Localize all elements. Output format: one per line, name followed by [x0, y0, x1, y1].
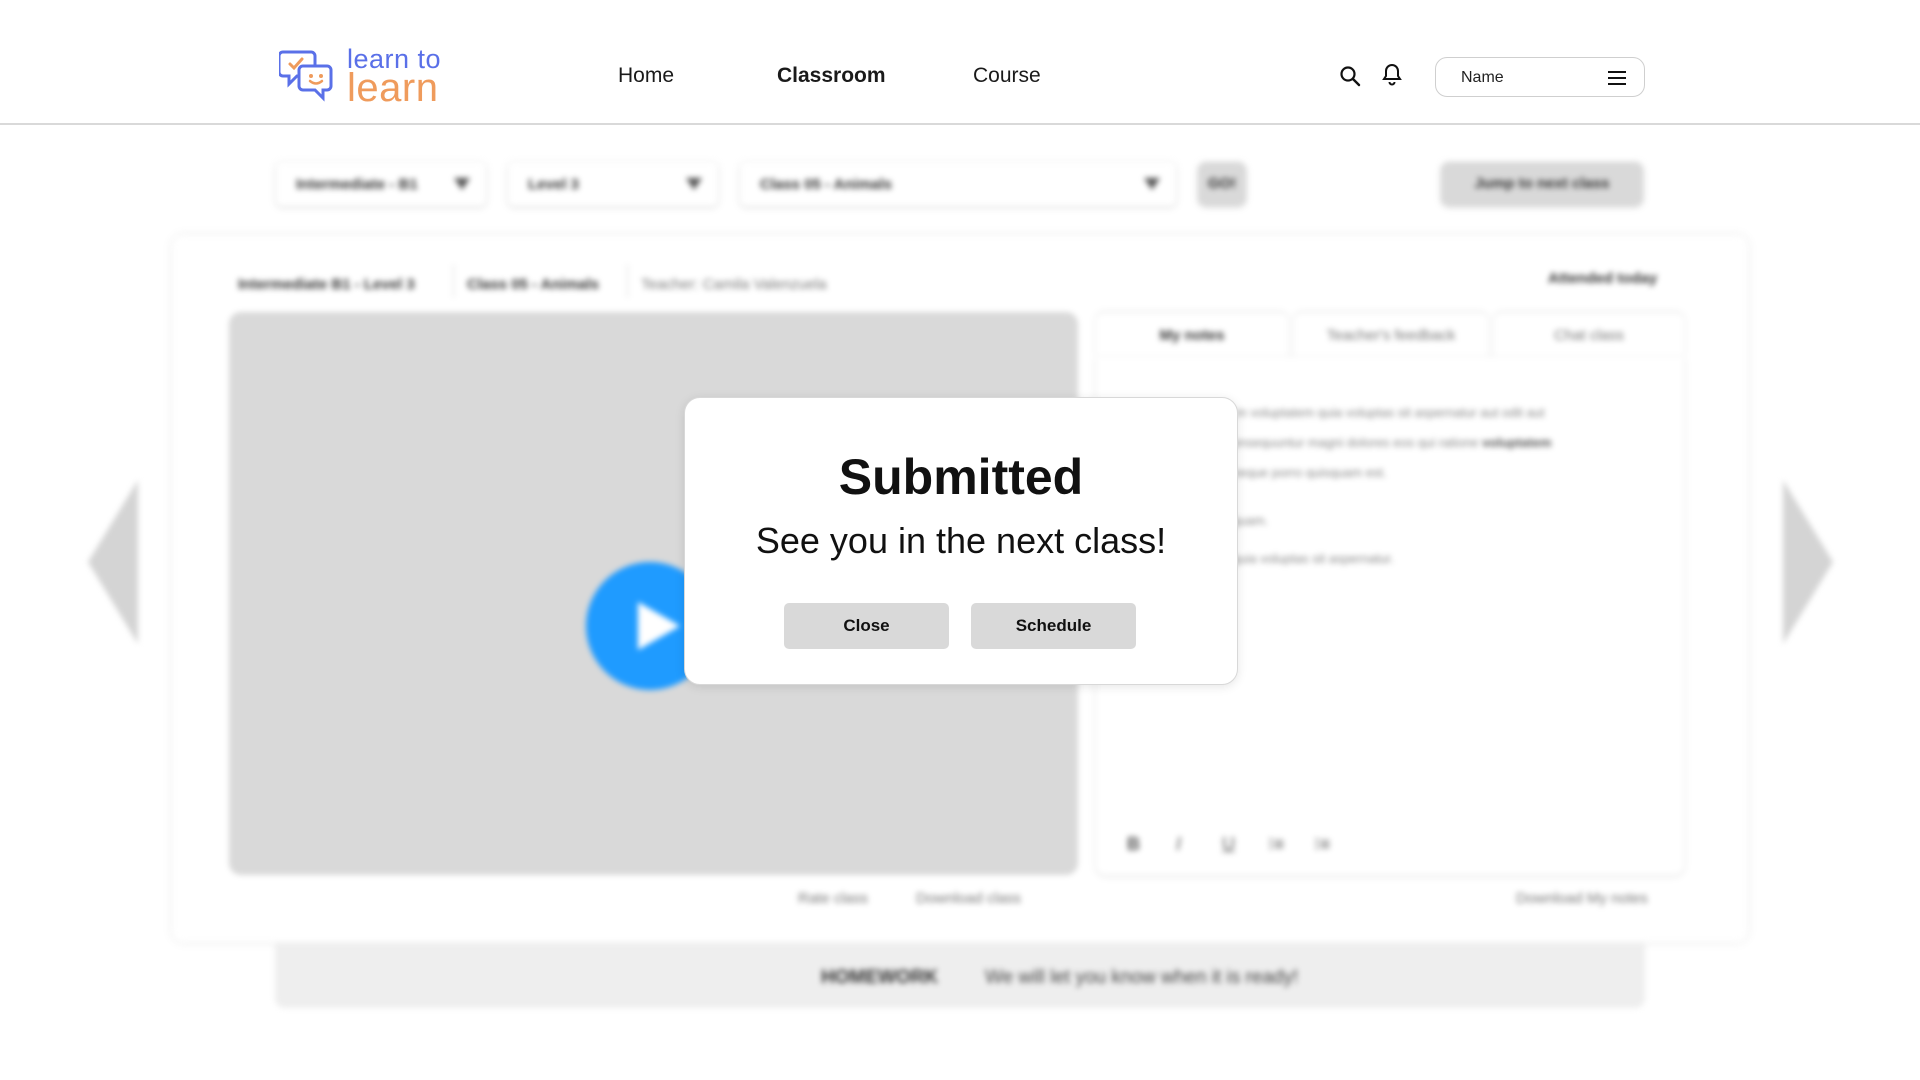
- close-button[interactable]: Close: [784, 603, 949, 649]
- divider: [453, 264, 454, 298]
- level-select[interactable]: Level 3: [508, 162, 718, 206]
- tab-my-notes[interactable]: My notes: [1096, 313, 1288, 357]
- homework-title: HOMEWORK: [821, 967, 939, 988]
- divider: [627, 264, 628, 298]
- homework-banner: HOMEWORK We will let you know when it is…: [275, 943, 1645, 1008]
- schedule-button[interactable]: Schedule: [971, 603, 1136, 649]
- dialog-message: See you in the next class!: [755, 520, 1167, 561]
- go-button[interactable]: GO!: [1198, 162, 1246, 206]
- class-value: Class 05 - Animals: [760, 176, 893, 193]
- dropdown-arrow-icon: [1144, 178, 1160, 190]
- bullet-list-icon[interactable]: ⁝≡: [1268, 834, 1284, 855]
- dropdown-arrow-icon: [454, 178, 470, 190]
- attendance-status: Attended today: [1548, 270, 1658, 287]
- download-notes-link[interactable]: Download My notes: [1516, 890, 1648, 907]
- submitted-dialog: Submitted See you in the next class! Clo…: [684, 397, 1238, 685]
- underline-icon[interactable]: U: [1222, 834, 1235, 855]
- previous-arrow-icon[interactable]: [88, 480, 138, 644]
- italic-icon[interactable]: I: [1176, 834, 1181, 855]
- class-select[interactable]: Class 05 - Animals: [740, 162, 1176, 206]
- tab-chat-class[interactable]: Chat class: [1494, 313, 1684, 357]
- level-value: Level 3: [528, 176, 579, 193]
- rate-class-link[interactable]: Rate class: [798, 890, 868, 907]
- level-group-select[interactable]: Intermediate - B1: [276, 162, 486, 206]
- play-icon: [638, 602, 680, 650]
- dropdown-arrow-icon: [686, 178, 702, 190]
- numbered-list-icon[interactable]: ⁝≡: [1314, 834, 1330, 855]
- homework-status: We will let you know when it is ready!: [985, 967, 1299, 988]
- class-label: Class 05 - Animals: [467, 276, 600, 293]
- teacher-label: Teacher: Camila Valenzuela: [641, 276, 827, 293]
- download-class-link[interactable]: Download class: [916, 890, 1021, 907]
- bold-icon[interactable]: B: [1127, 834, 1140, 855]
- level-group-value: Intermediate - B1: [296, 176, 418, 193]
- next-arrow-icon[interactable]: [1783, 480, 1833, 644]
- note-text: quia voluptas sit aspernatur.: [1232, 551, 1394, 566]
- note-text: m voluptatem quia voluptas sit aspernatu…: [1236, 405, 1545, 420]
- jump-next-class-button[interactable]: Jump to next class: [1441, 162, 1643, 206]
- note-text: onsequuntur magni dolores eos qui ration…: [1232, 435, 1552, 450]
- note-text: neque porro quisquam est.: [1232, 465, 1387, 480]
- tab-teacher-feedback[interactable]: Teacher's feedback: [1294, 313, 1488, 357]
- dialog-title: Submitted: [838, 449, 1084, 505]
- course-label: Intermediate B1 - Level 3: [238, 276, 415, 293]
